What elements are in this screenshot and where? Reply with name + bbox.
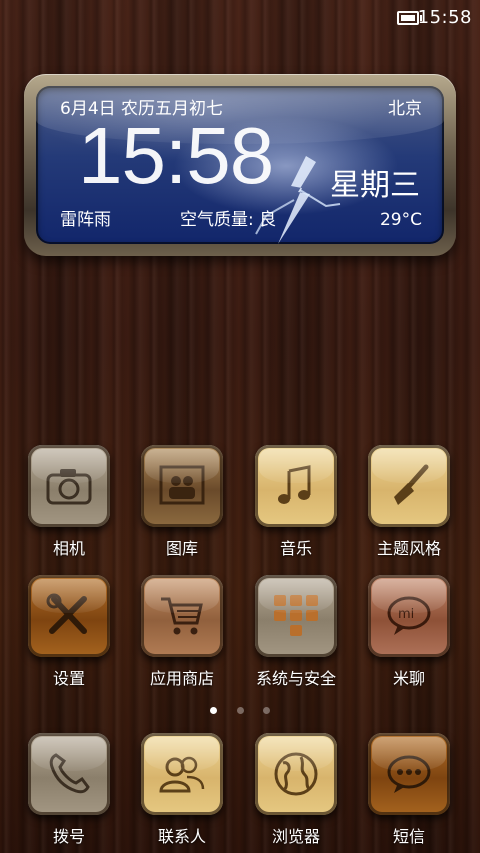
app-security[interactable]: 系统与安全 <box>241 575 351 689</box>
app-label: 拨号 <box>52 827 85 846</box>
widget-clock: 15:58 <box>78 111 274 200</box>
app-label: 系统与安全 <box>255 669 336 688</box>
status-time: 15:58 <box>417 7 472 28</box>
dock-dialer[interactable]: 拨号 <box>14 733 124 847</box>
chat-bubble-icon[interactable]: mi <box>368 575 450 657</box>
air-quality: 空气质量: 良 <box>180 210 277 230</box>
app-label: 浏览器 <box>271 827 320 846</box>
widget-city: 北京 <box>388 99 422 119</box>
gallery-icon[interactable] <box>141 445 223 527</box>
app-store[interactable]: 应用商店 <box>127 575 237 689</box>
page-dot[interactable] <box>236 707 244 714</box>
temperature: 29°C <box>379 210 422 230</box>
app-label: 米聊 <box>392 669 425 688</box>
app-label: 设置 <box>52 669 85 688</box>
app-label: 主题风格 <box>376 539 441 558</box>
page-dot[interactable] <box>262 707 270 714</box>
paintbrush-icon[interactable] <box>368 445 450 527</box>
app-label: 相机 <box>52 539 85 558</box>
app-mitalk[interactable]: mi 米聊 <box>354 575 464 689</box>
app-gallery[interactable]: 图库 <box>127 445 237 559</box>
status-bar: 15:58 <box>0 0 480 34</box>
app-themes[interactable]: 主题风格 <box>354 445 464 559</box>
app-label: 音乐 <box>279 539 312 558</box>
app-label: 短信 <box>392 827 425 846</box>
dock-contacts[interactable]: 联系人 <box>127 733 237 847</box>
tools-icon[interactable] <box>28 575 110 657</box>
app-music[interactable]: 音乐 <box>241 445 351 559</box>
globe-icon[interactable] <box>255 733 337 815</box>
widget-weekday: 星期三 <box>330 168 420 203</box>
app-camera[interactable]: 相机 <box>14 445 124 559</box>
message-icon[interactable] <box>368 733 450 815</box>
app-label: 联系人 <box>157 827 206 846</box>
widget-screen: 6月4日 农历五月初七 北京 15:58 星期三 雷阵雨 空气质量: 良 29°… <box>36 86 444 244</box>
battery-icon <box>397 11 422 25</box>
grid-apps-icon[interactable] <box>255 575 337 657</box>
contacts-icon[interactable] <box>141 733 223 815</box>
phone-icon[interactable] <box>28 733 110 815</box>
dock-messages[interactable]: 短信 <box>354 733 464 847</box>
music-note-icon[interactable] <box>255 445 337 527</box>
page-indicator <box>0 699 480 718</box>
camera-icon[interactable] <box>28 445 110 527</box>
app-label: 应用商店 <box>149 669 214 688</box>
weather-condition: 雷阵雨 <box>60 210 111 230</box>
page-dot-active[interactable] <box>210 707 218 714</box>
app-settings[interactable]: 设置 <box>14 575 124 689</box>
weather-clock-widget[interactable]: 6月4日 农历五月初七 北京 15:58 星期三 雷阵雨 空气质量: 良 29°… <box>24 74 456 256</box>
dock-browser[interactable]: 浏览器 <box>241 733 351 847</box>
svg-text:mi: mi <box>398 607 414 622</box>
shopping-cart-icon[interactable] <box>141 575 223 657</box>
app-label: 图库 <box>165 539 198 558</box>
